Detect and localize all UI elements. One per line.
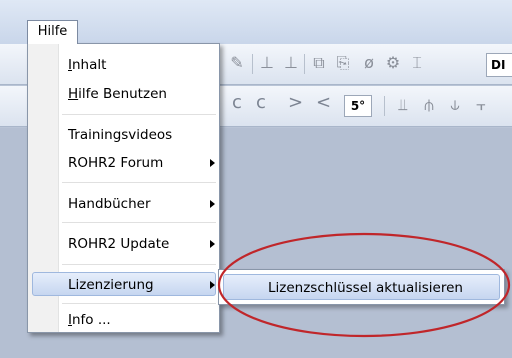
menu-item-info[interactable]: Info ... xyxy=(68,312,111,328)
greater-than-icon[interactable]: > xyxy=(288,92,303,113)
lizenzierung-submenu: Lizenzschlüssel aktualisieren xyxy=(218,269,505,305)
di-field[interactable]: DI xyxy=(486,53,512,77)
support-icon[interactable]: ⫫ xyxy=(394,96,412,114)
anchor-icon[interactable]: ⫟ xyxy=(472,96,490,114)
menu-item-hilfe-benutzen[interactable]: Hilfe Benutzen xyxy=(68,86,167,102)
arc-cw-icon[interactable]: ᴄ xyxy=(256,92,266,113)
pipe-run-icon[interactable]: ⊥ xyxy=(282,54,300,72)
menu-item-rohr2-update[interactable]: ROHR2 Update xyxy=(68,236,169,252)
submenu-arrow-icon xyxy=(210,281,215,289)
menu-separator xyxy=(62,303,216,304)
toolbar-separator xyxy=(252,54,253,74)
menu-separator xyxy=(62,264,216,265)
menu-hilfe[interactable]: Hilfe xyxy=(27,20,78,44)
menu-item-inhalt[interactable]: Inhalt xyxy=(68,57,106,73)
less-than-icon[interactable]: < xyxy=(316,92,331,113)
spring-icon[interactable]: ⫝ xyxy=(446,96,464,114)
beam-icon[interactable]: ⌶ xyxy=(408,54,426,72)
hanger-icon[interactable]: ⫛ xyxy=(420,96,438,114)
menu-separator xyxy=(62,114,216,115)
diameter-icon[interactable]: ø xyxy=(360,54,378,72)
menu-item-handbuecher[interactable]: Handbücher xyxy=(68,196,151,212)
angle-field[interactable]: 5° xyxy=(344,95,372,117)
pencil-icon[interactable]: ✎ xyxy=(228,54,246,72)
toolbar-separator xyxy=(384,96,385,116)
submenu-arrow-icon xyxy=(210,200,215,208)
menu-item-lizenzierung[interactable]: Lizenzierung xyxy=(68,277,154,293)
pipe-bend-icon[interactable]: ⊥ xyxy=(258,54,276,72)
arc-ccw-icon[interactable]: ᴄ xyxy=(232,92,242,113)
menu-separator xyxy=(62,222,216,223)
submenu-item-lizenzschluessel-aktualisieren[interactable]: Lizenzschlüssel aktualisieren xyxy=(223,274,500,300)
gear-icon[interactable]: ⚙ xyxy=(384,54,402,72)
menu-separator xyxy=(62,182,216,183)
menu-item-trainingsvideos[interactable]: Trainingsvideos xyxy=(68,127,172,143)
submenu-arrow-icon xyxy=(210,159,215,167)
copy-icon[interactable]: ⧉ xyxy=(310,54,328,72)
paste-icon[interactable]: ⎘ xyxy=(334,54,352,72)
help-menu: Inhalt Hilfe Benutzen Trainingsvideos RO… xyxy=(27,43,220,333)
toolbar-separator xyxy=(304,54,305,74)
submenu-arrow-icon xyxy=(210,240,215,248)
menu-item-rohr2-forum[interactable]: ROHR2 Forum xyxy=(68,155,163,171)
submenu-item-label: Lizenzschlüssel aktualisieren xyxy=(268,280,463,296)
